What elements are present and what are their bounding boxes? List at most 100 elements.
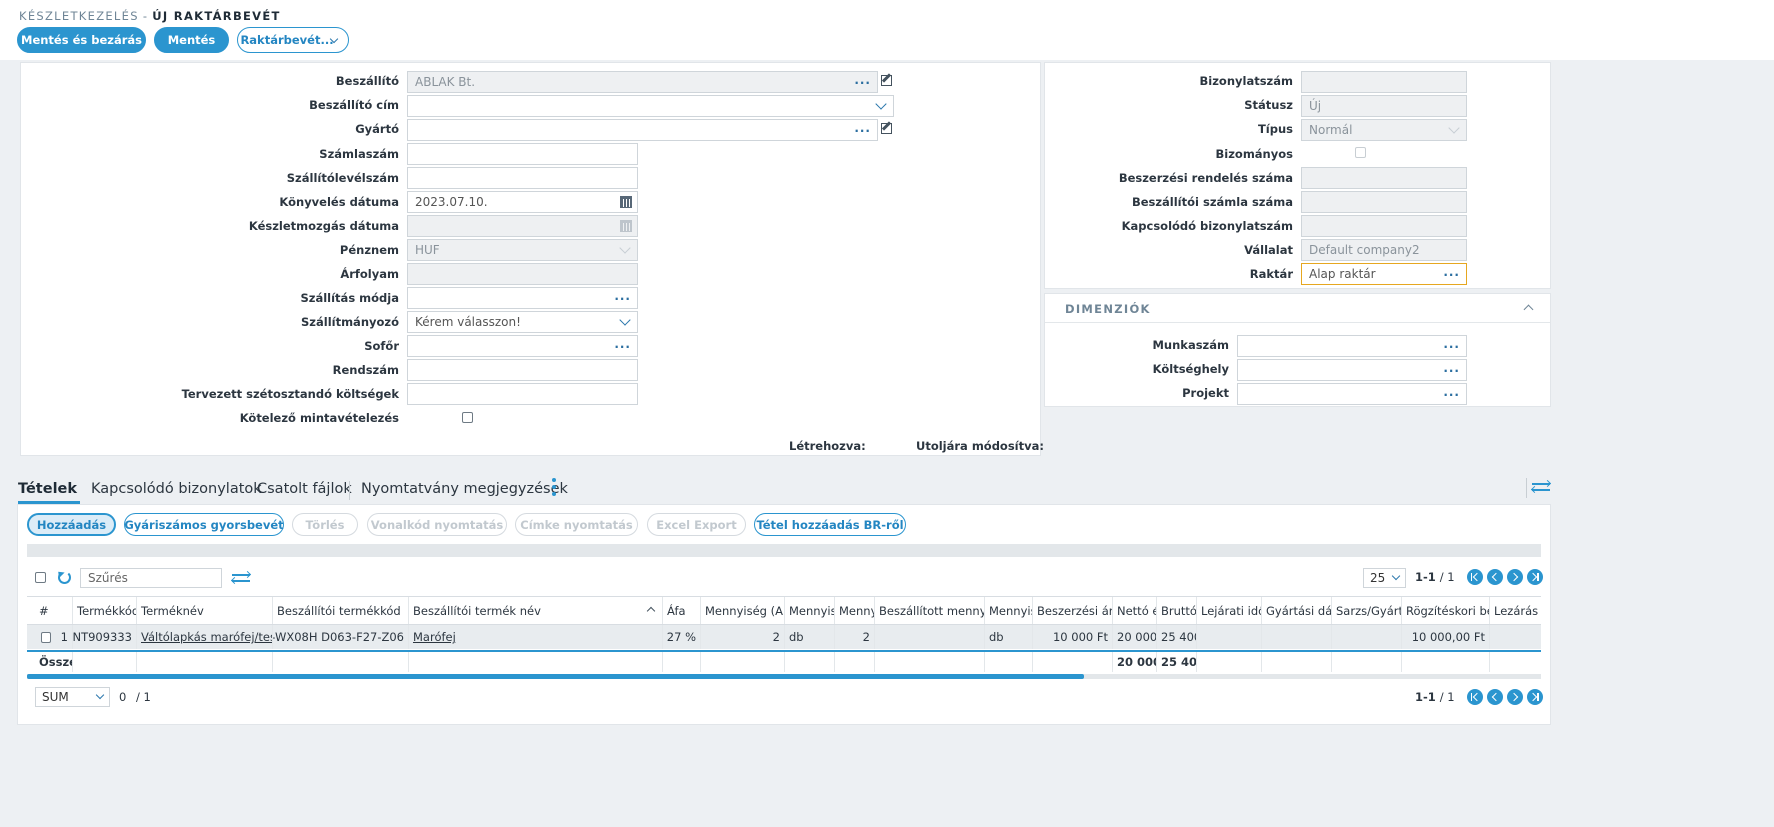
- project-label: Projekt: [1182, 386, 1229, 400]
- col-header[interactable]: Mennyis: [785, 597, 835, 624]
- supplier-product-link[interactable]: Marófej: [413, 630, 456, 644]
- save-button[interactable]: Mentés: [154, 27, 229, 53]
- dimensions-header[interactable]: DIMENZIÓK: [1045, 294, 1550, 323]
- col-header[interactable]: Lejárati idő: [1197, 597, 1262, 624]
- last-page-icon[interactable]: [1526, 569, 1543, 585]
- driver-field[interactable]: ...: [407, 335, 638, 357]
- manufacturer-field[interactable]: ...: [407, 119, 878, 141]
- next-page-icon[interactable]: [1506, 689, 1523, 705]
- table-row[interactable]: 1 NT909333 Váltólapkás marófej/test - N …: [27, 625, 1541, 649]
- col-header[interactable]: Beszállítói termékkód: [273, 597, 409, 624]
- col-header[interactable]: Bruttó: [1157, 597, 1197, 624]
- col-header[interactable]: Mennyiség (Ala: [701, 597, 785, 624]
- col-header[interactable]: Rögzítéskori be: [1402, 597, 1490, 624]
- more-icon[interactable]: ...: [854, 121, 871, 135]
- more-actions-dropdown[interactable]: Raktárbevét...: [237, 27, 349, 53]
- col-header[interactable]: Termékkód: [73, 597, 137, 624]
- first-page-icon[interactable]: [1466, 689, 1483, 705]
- tab-related-docs[interactable]: Kapcsolódó bizonylatok: [91, 481, 262, 497]
- project-field[interactable]: ...: [1237, 383, 1467, 405]
- page-title: ÚJ RAKTÁRBEVÉT: [152, 9, 281, 23]
- breadcrumb-parent[interactable]: KÉSZLETKEZELÉS: [19, 9, 139, 23]
- filter-input[interactable]: Szűrés: [80, 568, 222, 588]
- tab-items[interactable]: Tételek: [18, 481, 77, 497]
- gross-value-cell: 25 400: [1157, 625, 1197, 649]
- posting-date-input[interactable]: 2023.07.10.: [407, 191, 638, 213]
- close-date-cell: [1490, 625, 1541, 649]
- tab-attached-files[interactable]: Csatolt fájlok: [257, 481, 352, 497]
- last-page-icon[interactable]: [1526, 689, 1543, 705]
- edit-icon[interactable]: [881, 123, 892, 134]
- more-icon[interactable]: ...: [1443, 337, 1460, 351]
- aggregate-value: SUM: [42, 690, 69, 704]
- supplier-product-name-cell[interactable]: Marófej: [409, 625, 663, 649]
- edit-icon[interactable]: [881, 75, 892, 86]
- add-item-button[interactable]: Hozzáadás: [27, 513, 116, 536]
- status-input: Új: [1301, 95, 1467, 117]
- planned-costs-input[interactable]: [407, 383, 638, 405]
- row-checkbox[interactable]: [41, 631, 51, 643]
- more-icon[interactable]: ...: [1443, 385, 1460, 399]
- supplier-field[interactable]: ABLAK Bt. ...: [407, 71, 878, 93]
- carrier-select[interactable]: Kérem válasszon!: [407, 311, 638, 333]
- page-size-select[interactable]: 25: [1363, 568, 1406, 588]
- expiry-cell: [1197, 625, 1262, 649]
- save-and-close-button[interactable]: Mentés és bezárás: [17, 27, 146, 53]
- product-name-cell[interactable]: Váltólapkás marófej/test - N: [137, 625, 273, 649]
- col-header[interactable]: Nettó é: [1113, 597, 1157, 624]
- quantity-cell: 2: [701, 625, 785, 649]
- invoice-number-input[interactable]: [407, 143, 638, 165]
- more-tabs-icon[interactable]: [552, 478, 556, 497]
- select-all-checkbox[interactable]: [35, 572, 46, 583]
- add-from-br-button[interactable]: Tétel hozzáadás BR-ről: [754, 513, 906, 536]
- mandatory-sampling-checkbox[interactable]: [462, 412, 473, 423]
- col-header[interactable]: Gyártási dát: [1262, 597, 1332, 624]
- scrollbar-thumb[interactable]: [27, 674, 1084, 679]
- refresh-icon[interactable]: [58, 571, 71, 584]
- col-header[interactable]: Menny: [835, 597, 875, 624]
- swap-columns-icon[interactable]: [230, 570, 252, 585]
- supplier-invoice-input: [1301, 191, 1467, 213]
- more-icon[interactable]: ...: [1443, 265, 1460, 279]
- prev-page-icon[interactable]: [1486, 569, 1503, 585]
- col-header[interactable]: Beszállított mennyis: [875, 597, 985, 624]
- plate-input[interactable]: [407, 359, 638, 381]
- shipping-method-field[interactable]: ...: [407, 287, 638, 309]
- col-header[interactable]: Lezárás d: [1490, 597, 1541, 624]
- col-header[interactable]: #: [27, 597, 73, 624]
- job-field[interactable]: ...: [1237, 335, 1467, 357]
- group-by-bar[interactable]: [27, 544, 1541, 557]
- cost-center-field[interactable]: ...: [1237, 359, 1467, 381]
- col-header[interactable]: Terméknév: [137, 597, 273, 624]
- more-icon[interactable]: ...: [614, 289, 631, 303]
- collapse-icon[interactable]: [1523, 304, 1534, 315]
- sum-cell: [137, 652, 273, 672]
- sum-cell: [701, 652, 785, 672]
- swap-columns-icon[interactable]: [1530, 479, 1552, 494]
- prev-page-icon[interactable]: [1486, 689, 1503, 705]
- col-header[interactable]: Áfa: [663, 597, 701, 624]
- first-page-icon[interactable]: [1466, 569, 1483, 585]
- product-name-link[interactable]: Váltólapkás marófej/test - N: [141, 630, 272, 644]
- horizontal-scrollbar[interactable]: [27, 674, 1541, 679]
- calendar-icon[interactable]: [620, 196, 632, 208]
- delivery-note-input[interactable]: [407, 167, 638, 189]
- warehouse-value: Alap raktár: [1309, 267, 1376, 281]
- type-select: Normál: [1301, 119, 1467, 141]
- aggregate-select[interactable]: SUM: [35, 687, 110, 707]
- col-header-sorted[interactable]: Beszállítói termék név: [409, 597, 663, 624]
- supplier-address-select[interactable]: [407, 95, 894, 117]
- more-icon[interactable]: ...: [614, 337, 631, 351]
- row-select-cell[interactable]: 1: [27, 625, 73, 649]
- serial-quick-receive-button[interactable]: Gyáriszámos gyorsbevét: [124, 513, 284, 536]
- more-icon[interactable]: ...: [854, 73, 871, 87]
- col-header[interactable]: Sarzs/Gyártá: [1332, 597, 1402, 624]
- warehouse-field[interactable]: Alap raktár ...: [1301, 263, 1467, 285]
- excel-export-button: Excel Export: [647, 513, 746, 536]
- col-header[interactable]: Beszerzési ár: [1033, 597, 1113, 624]
- col-header[interactable]: Mennyis: [985, 597, 1033, 624]
- next-page-icon[interactable]: [1506, 569, 1523, 585]
- chevron-down-icon: [1391, 571, 1401, 581]
- more-icon[interactable]: ...: [1443, 361, 1460, 375]
- tab-print-notes[interactable]: Nyomtatvány megjegyzések: [361, 481, 568, 497]
